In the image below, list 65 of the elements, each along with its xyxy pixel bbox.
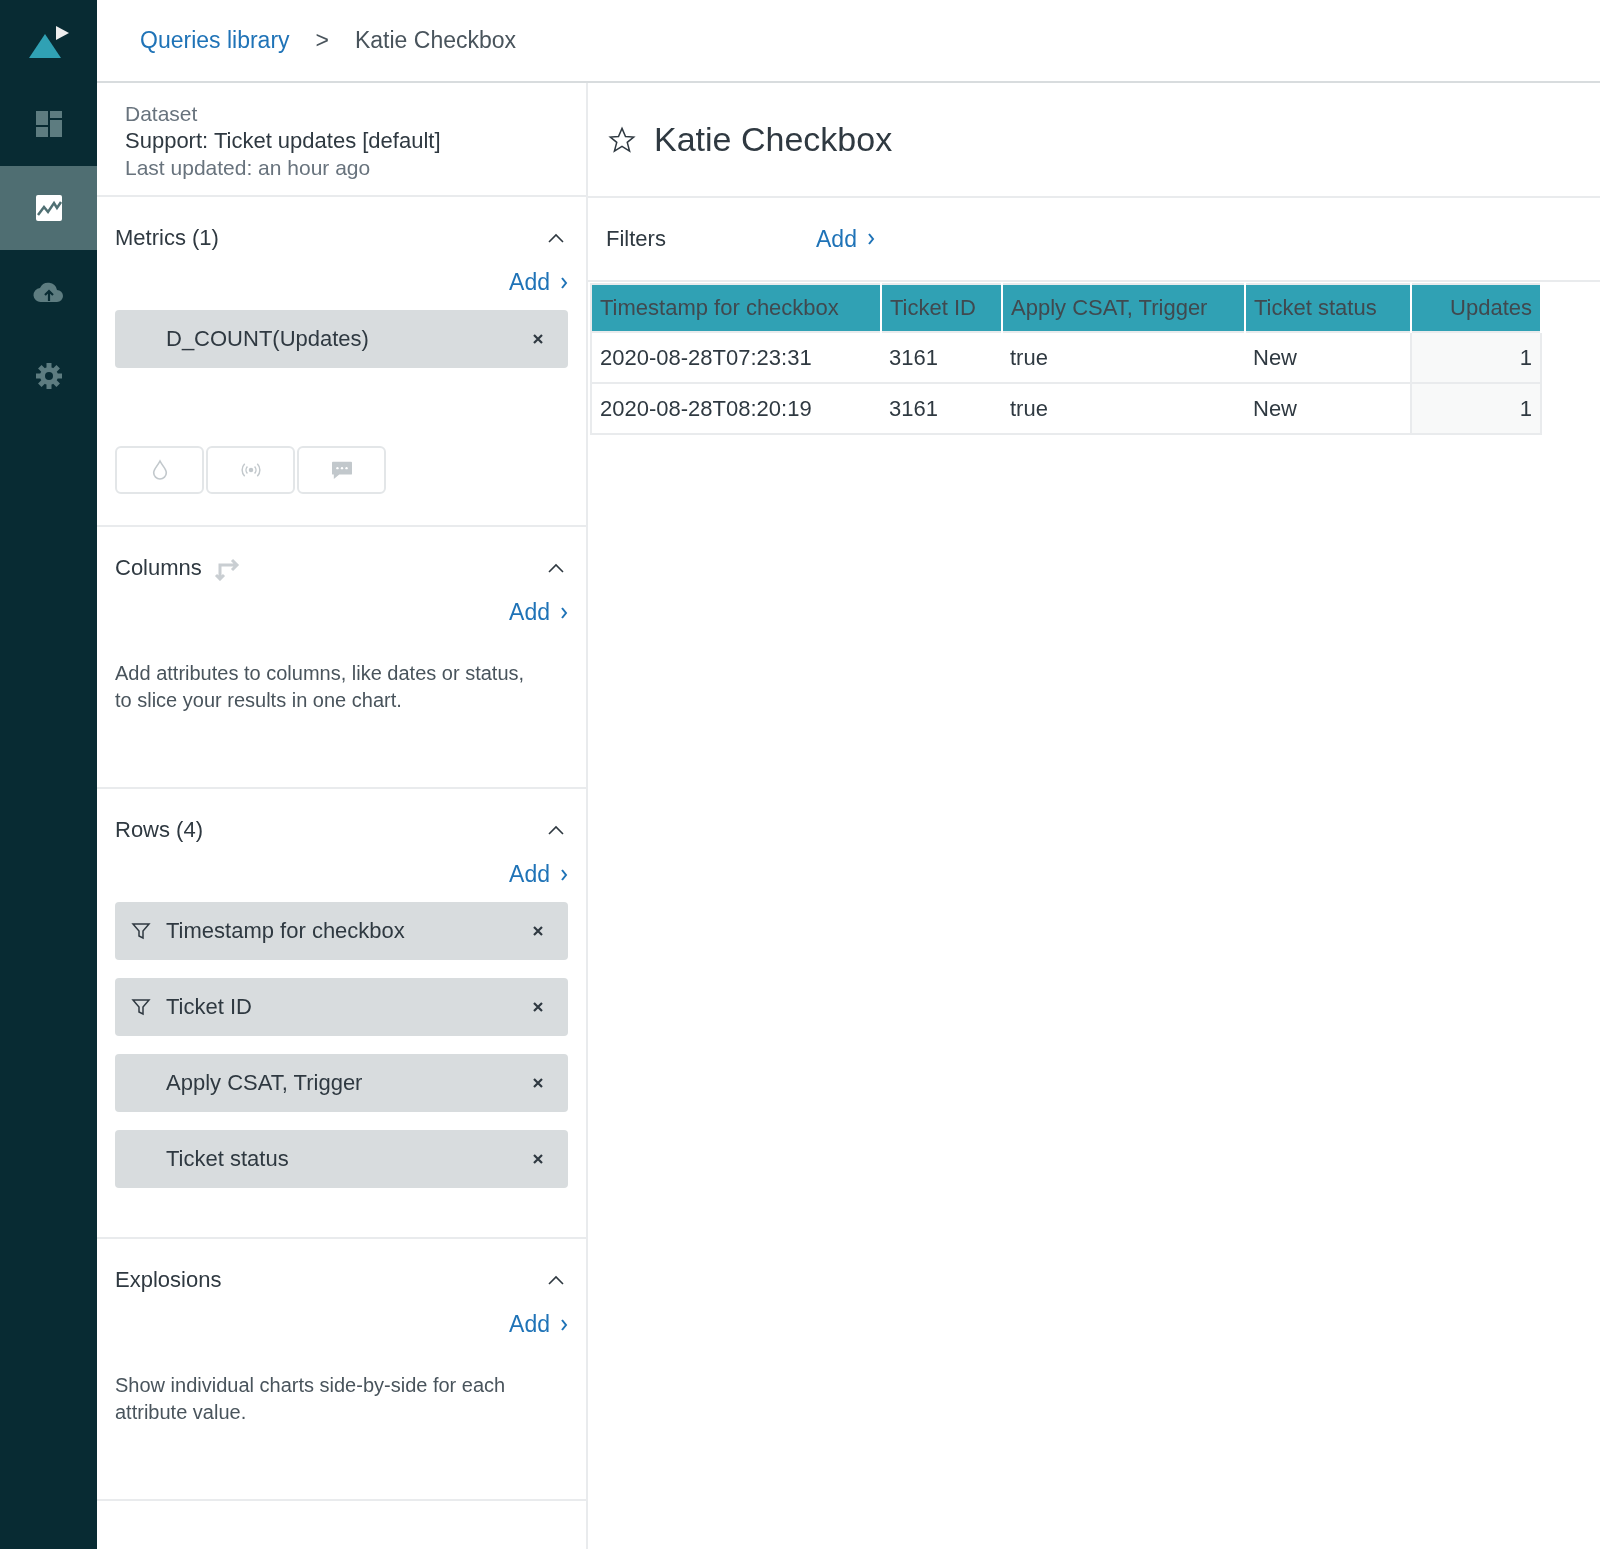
section-title: Columns (115, 555, 202, 581)
table-cell: true (1002, 383, 1245, 434)
filters-label: Filters (606, 226, 667, 252)
table-cell: 3161 (881, 383, 1002, 434)
settings-icon (34, 362, 63, 390)
add-link[interactable]: Add (509, 269, 568, 296)
attribute-pill[interactable]: Ticket ID (115, 978, 568, 1036)
table-cell: 2020-08-28T08:20:19 (591, 383, 881, 434)
table-cell: true (1002, 332, 1245, 383)
attribute-pill[interactable]: Apply CSAT, Trigger (115, 1054, 568, 1112)
breadcrumb-current: Katie Checkbox (355, 27, 517, 54)
collapse-chevron-icon[interactable] (548, 825, 564, 835)
close-icon[interactable] (532, 1153, 544, 1165)
chevron-right-icon (560, 606, 568, 619)
nav-item[interactable] (0, 166, 97, 250)
pill-label: Ticket ID (166, 994, 253, 1020)
pill-label: Ticket status (166, 1146, 290, 1172)
attribute-pill[interactable]: D_COUNT(Updates) (115, 310, 568, 368)
query-title: Katie Checkbox (654, 120, 893, 159)
add-link[interactable]: Add (509, 599, 568, 626)
breadcrumb-separator: > (315, 27, 329, 54)
column-header: Ticket ID (881, 284, 1002, 332)
close-icon[interactable] (532, 1001, 544, 1013)
collapse-chevron-icon[interactable] (548, 233, 564, 243)
column-header: Apply CSAT, Trigger (1002, 284, 1245, 332)
star-icon[interactable] (608, 125, 636, 154)
dataset-updated: Last updated: an hour ago (125, 155, 372, 181)
cloud-upload-icon (32, 280, 65, 304)
dashboard-icon (34, 110, 63, 138)
collapse-chevron-icon[interactable] (548, 563, 564, 573)
chevron-right-icon (560, 276, 568, 289)
attribute-pill[interactable]: Timestamp for checkbox (115, 902, 568, 960)
speech-bubble-icon (329, 460, 354, 480)
add-link[interactable]: Add (509, 1311, 568, 1338)
close-icon[interactable] (532, 925, 544, 937)
pill-label: Timestamp for checkbox (166, 918, 406, 944)
collapse-chevron-icon[interactable] (548, 1275, 564, 1285)
pill-label: D_COUNT(Updates) (166, 326, 370, 352)
chevron-right-icon (560, 1318, 568, 1331)
section-description: Add attributes to columns, like dates or status, to slice your results in one chart. (115, 661, 526, 713)
dataset-name: Support: Ticket updates [default] (125, 127, 442, 155)
dataset-label: Dataset (125, 101, 199, 127)
add-link[interactable]: Add (509, 861, 568, 888)
chevron-right-icon (866, 233, 875, 245)
column-header: Timestamp for checkbox (591, 284, 881, 332)
line-chart-icon (34, 194, 63, 222)
add-filter-link[interactable]: Add (816, 225, 875, 253)
table-cell: 1 (1411, 332, 1541, 383)
close-icon[interactable] (532, 1077, 544, 1089)
drop-icon (150, 459, 169, 481)
table-cell: 2020-08-28T07:23:31 (591, 332, 881, 383)
attribute-pill[interactable]: Ticket status (115, 1130, 568, 1188)
pill-label: Apply CSAT, Trigger (166, 1070, 364, 1096)
column-header: Ticket status (1245, 284, 1411, 332)
close-icon[interactable] (532, 333, 544, 345)
section-title: Explosions (115, 1267, 222, 1293)
column-header: Updates (1411, 284, 1541, 332)
table-cell: 3161 (881, 332, 1002, 383)
section-title: Metrics (1) (115, 225, 219, 251)
section-title: Rows (4) (115, 817, 203, 843)
logo-icon[interactable] (26, 24, 71, 60)
breadcrumb-link[interactable]: Queries library (140, 27, 290, 54)
chevron-right-icon (560, 868, 568, 881)
table-cell: 1 (1411, 383, 1541, 434)
section-description: Show individual charts side-by-side for each attribute value. (115, 1373, 507, 1425)
